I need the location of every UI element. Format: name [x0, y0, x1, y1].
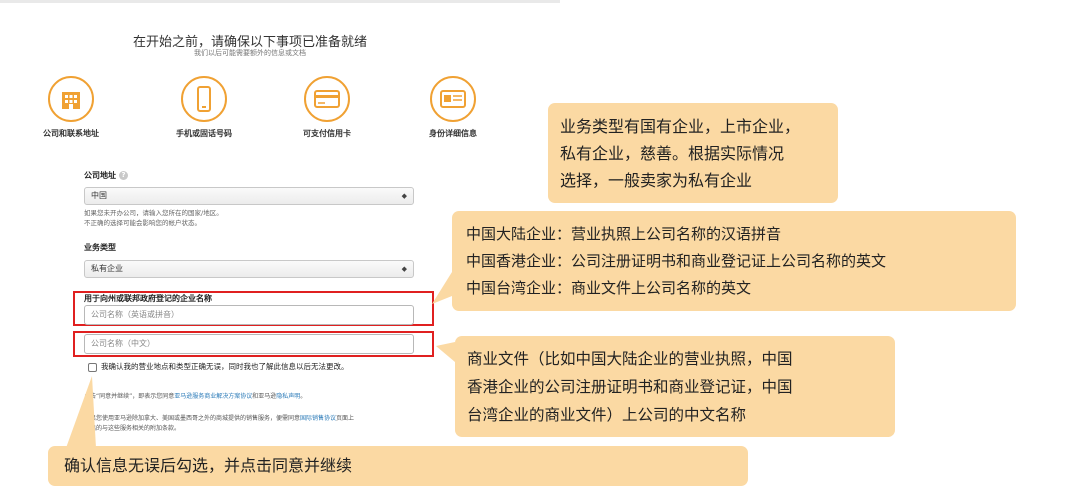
phone-icon: [181, 76, 227, 122]
callout-confirm: 确认信息无误后勾选，并点击同意并继续: [48, 446, 748, 486]
company-name-label: 用于向州或联邦政府登记的企业名称: [84, 294, 212, 303]
confirm-text: 我确认我的营业地点和类型正确无误，同时我也了解此信息以后无法更改。: [101, 362, 349, 371]
requirement-label: 可支付信用卡: [303, 129, 351, 138]
agreement-note: 点击“同意并继续”，即表示您同意亚马逊服务商业解决方案协议和亚马逊隐私声明。: [84, 393, 307, 400]
company-address-label: 公司地址?: [84, 170, 128, 181]
top-divider: [0, 0, 560, 3]
intl-selling-agreement-link[interactable]: 国际销售协议: [300, 415, 336, 422]
page-subtitle: 我们以后可能需要额外的信息或文档: [194, 49, 306, 57]
requirement-label: 手机或固话号码: [176, 129, 232, 138]
chevron-updown-icon: ◆: [401, 265, 407, 273]
company-name-chinese-input[interactable]: 公司名称（中文）: [84, 334, 414, 354]
company-address-select[interactable]: 中国 ◆: [84, 187, 414, 205]
requirement-company-address: 公司和联系地址: [16, 76, 126, 139]
requirement-credit-card: 可支付信用卡: [272, 76, 382, 139]
confirm-checkbox[interactable]: [88, 363, 97, 372]
privacy-notice-link[interactable]: 隐私声明: [276, 393, 300, 400]
chevron-updown-icon: ◆: [401, 192, 407, 200]
requirement-phone: 手机或固话号码: [149, 76, 259, 139]
business-agreement-link[interactable]: 亚马逊服务商业解决方案协议: [174, 393, 252, 400]
requirement-label: 身份详细信息: [429, 129, 477, 138]
requirement-identity: 身份详细信息: [398, 76, 508, 139]
credit-card-icon: [304, 76, 350, 122]
callout-chinese-name: 商业文件（比如中国大陆企业的营业执照，中国 香港企业的公司注册证明书和商业登记证…: [455, 336, 895, 437]
business-type-label: 业务类型: [84, 243, 116, 252]
callout-english-name: 中国大陆企业：营业执照上公司名称的汉语拼音 中国香港企业：公司注册证明书和商业登…: [452, 211, 1016, 311]
building-icon: [48, 76, 94, 122]
help-icon[interactable]: ?: [119, 171, 128, 180]
business-type-select[interactable]: 私有企业 ◆: [84, 260, 414, 278]
requirement-label: 公司和联系地址: [43, 129, 99, 138]
callout-business-type: 业务类型有国有企业，上市企业， 私有企业，慈善。根据实际情况 选择，一般卖家为私…: [548, 103, 838, 203]
company-name-english-input[interactable]: 公司名称（英语或拼音）: [84, 305, 414, 325]
intl-selling-note: 如果您使用亚马逊除加拿大、美国或墨西哥之外的商城提供的销售服务，便需同意国际销售…: [84, 415, 355, 432]
address-note: 如果您未开办公司，请输入您所在的国家/地区。 不正确的选择可能会影响您的帐户状态…: [84, 209, 223, 227]
id-card-icon: [430, 76, 476, 122]
